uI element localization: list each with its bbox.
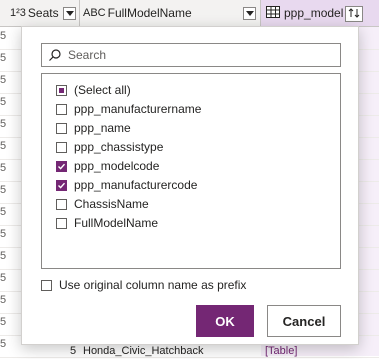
column-option-label: (Select all) bbox=[74, 83, 131, 97]
row-cell: 5 bbox=[0, 74, 7, 86]
checkbox[interactable] bbox=[56, 103, 67, 115]
row-cell: 5 bbox=[0, 162, 7, 174]
expand-column-popup: (Select all) ppp_manufacturername ppp_name… bbox=[21, 26, 359, 345]
cancel-button[interactable]: Cancel bbox=[267, 305, 341, 337]
row-cell: 5 bbox=[0, 140, 7, 152]
row-cell: 5 bbox=[0, 316, 7, 328]
column-option-label: ppp_manufacturercode bbox=[74, 178, 198, 192]
checkbox[interactable] bbox=[56, 217, 67, 229]
ok-button[interactable]: OK bbox=[196, 305, 254, 337]
row-cell: 5 bbox=[0, 338, 7, 350]
number-type-icon: 1²3 bbox=[10, 7, 26, 19]
search-box[interactable] bbox=[41, 43, 341, 67]
column-option-label: FullModelName bbox=[74, 216, 159, 230]
checkbox[interactable] bbox=[56, 122, 67, 134]
checkbox[interactable] bbox=[56, 141, 67, 153]
row-cell: 5 bbox=[0, 206, 7, 218]
check-icon bbox=[58, 163, 66, 170]
checkbox[interactable] bbox=[56, 179, 67, 191]
filter-dropdown-button[interactable] bbox=[243, 7, 256, 20]
grid-header: 1²3 Seats ABC FullModelName ppp_model bbox=[0, 0, 379, 27]
column-option[interactable]: ppp_name bbox=[56, 119, 131, 137]
expand-arrows-icon bbox=[348, 8, 360, 18]
row-cell: 5 bbox=[0, 118, 7, 130]
last-row-seats: 5 bbox=[70, 345, 77, 357]
column-option-label: ChassisName bbox=[74, 197, 149, 211]
search-icon bbox=[49, 49, 61, 61]
checkbox[interactable] bbox=[56, 160, 67, 172]
prefix-option[interactable]: Use original column name as prefix bbox=[41, 277, 246, 293]
column-label: ppp_model bbox=[284, 6, 344, 20]
prefix-label: Use original column name as prefix bbox=[59, 278, 247, 292]
column-option[interactable]: ppp_manufacturername bbox=[56, 100, 201, 118]
column-option[interactable]: (Select all) bbox=[56, 81, 131, 99]
checkbox[interactable] bbox=[56, 198, 67, 210]
column-label: FullModelName bbox=[107, 6, 192, 20]
indeterminate-icon bbox=[59, 87, 64, 93]
row-cell: 5 bbox=[0, 184, 7, 196]
text-type-icon: ABC bbox=[83, 7, 106, 19]
column-option-label: ppp_name bbox=[74, 121, 131, 135]
row-cell: 5 bbox=[0, 294, 7, 306]
row-number-header bbox=[0, 0, 8, 26]
last-row-fullmodelname: Honda_Civic_Hatchback bbox=[83, 345, 204, 357]
column-option-label: ppp_manufacturername bbox=[74, 102, 202, 116]
column-list: (Select all) ppp_manufacturername ppp_name… bbox=[41, 73, 341, 269]
check-icon bbox=[58, 182, 66, 189]
row-cell: 5 bbox=[0, 30, 7, 42]
prefix-checkbox[interactable] bbox=[41, 279, 52, 291]
column-option[interactable]: ppp_modelcode bbox=[56, 157, 159, 175]
column-option-label: ppp_chassistype bbox=[74, 140, 164, 154]
row-cell: 5 bbox=[0, 228, 7, 240]
column-option-label: ppp_modelcode bbox=[74, 159, 160, 173]
row-cell: 5 bbox=[0, 250, 7, 262]
expand-column-button[interactable] bbox=[345, 6, 363, 22]
row-cell: 5 bbox=[0, 52, 7, 64]
column-option[interactable]: ppp_chassistype bbox=[56, 138, 163, 156]
column-header-seats[interactable]: 1²3 Seats bbox=[10, 0, 59, 26]
column-option[interactable]: FullModelName bbox=[56, 214, 158, 232]
column-option[interactable]: ChassisName bbox=[56, 195, 149, 213]
last-row-table-link[interactable]: [Table] bbox=[265, 345, 297, 359]
row-cell: 5 bbox=[0, 96, 7, 108]
checkbox[interactable] bbox=[56, 84, 67, 96]
column-header-fullmodelname[interactable]: ABC FullModelName bbox=[83, 0, 192, 26]
column-label: Seats bbox=[27, 6, 59, 20]
column-option[interactable]: ppp_manufacturercode bbox=[56, 176, 197, 194]
search-input[interactable] bbox=[68, 46, 336, 64]
filter-dropdown-button[interactable] bbox=[63, 7, 76, 20]
table-icon bbox=[266, 5, 280, 21]
column-divider bbox=[79, 0, 80, 26]
row-cell: 5 bbox=[0, 272, 7, 284]
